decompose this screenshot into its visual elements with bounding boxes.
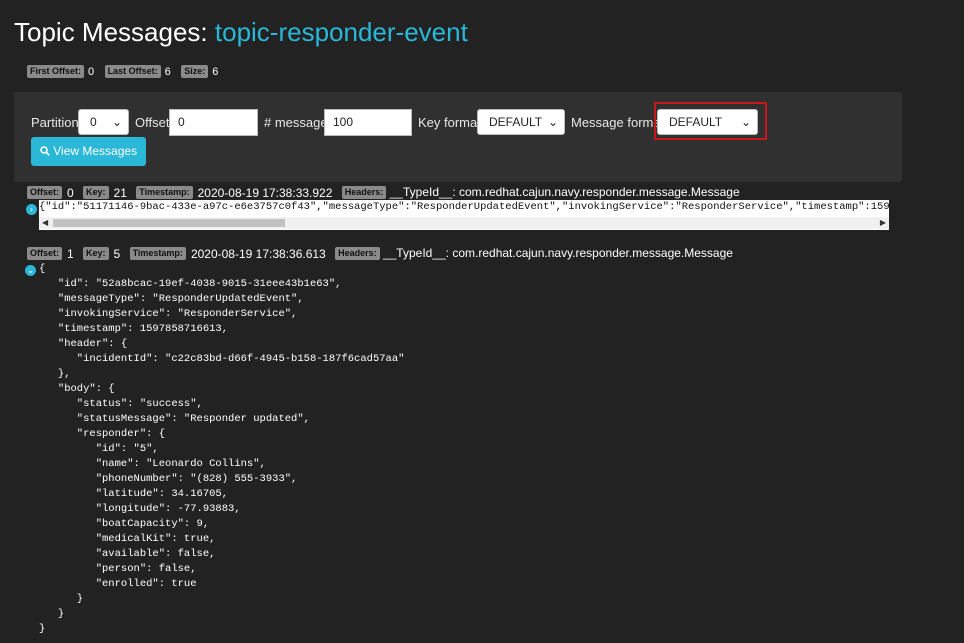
message-preview: {"id":"51171146-9bac-433e-a97c-e6e3757c0… bbox=[39, 200, 889, 230]
scrollbar-thumb[interactable] bbox=[53, 219, 285, 227]
filter-panel: Partition 0 ⌄ Offset 0 # messages 100 Ke… bbox=[14, 92, 902, 182]
key-badge: Key: bbox=[83, 247, 109, 261]
size-value: 6 bbox=[212, 65, 219, 78]
partition-select[interactable]: 0 ⌄ bbox=[78, 109, 129, 135]
timestamp-badge: Timestamp: bbox=[129, 247, 186, 261]
page-title: Topic Messages: topic-responder-event bbox=[14, 16, 468, 48]
offset-label: Offset bbox=[135, 115, 170, 130]
topic-name: topic-responder-event bbox=[214, 17, 468, 47]
headers-badge: Headers: bbox=[335, 247, 380, 261]
offset-badge: Offset: bbox=[27, 186, 62, 200]
last-offset-value: 6 bbox=[164, 65, 171, 78]
message-header: Offset: 0 Key: 21 Timestamp: 2020-08-19 17:… bbox=[27, 185, 740, 200]
first-offset-value: 0 bbox=[88, 65, 95, 78]
key-badge: Key: bbox=[83, 186, 109, 200]
scroll-left-icon[interactable]: ◀ bbox=[42, 217, 48, 229]
offset-badge: Offset: bbox=[27, 247, 62, 261]
partition-label: Partition bbox=[31, 115, 79, 130]
timestamp-value: 2020-08-19 17:38:36.613 bbox=[190, 246, 326, 261]
key-format-select-value: DEFAULT bbox=[489, 115, 543, 129]
collapse-icon[interactable]: ⌄ bbox=[25, 265, 36, 276]
partition-select-value: 0 bbox=[90, 115, 97, 129]
view-messages-button[interactable]: View Messages bbox=[31, 137, 146, 166]
last-offset-badge: Last Offset: bbox=[104, 65, 161, 79]
chevron-down-icon: ⌄ bbox=[547, 115, 558, 129]
key-value: 5 bbox=[113, 246, 121, 261]
message-json: { "id": "52a8bcac-19ef-4038-9015-31eee43… bbox=[39, 263, 405, 635]
scroll-right-icon[interactable]: ▶ bbox=[880, 217, 886, 229]
headers-value: __TypeId__: com.redhat.cajun.navy.respon… bbox=[382, 246, 733, 260]
offset-value: 1 bbox=[67, 246, 74, 261]
first-offset-badge: First Offset: bbox=[27, 65, 85, 79]
timestamp-value: 2020-08-19 17:38:33.922 bbox=[197, 185, 333, 200]
key-format-select[interactable]: DEFAULT ⌄ bbox=[477, 109, 565, 135]
headers-value: __TypeId__: com.redhat.cajun.navy.respon… bbox=[389, 185, 740, 199]
view-messages-label: View Messages bbox=[53, 144, 138, 158]
messages-count-input[interactable]: 100 bbox=[324, 109, 412, 136]
key-format-label: Key format bbox=[418, 115, 481, 130]
offset-value: 0 bbox=[67, 185, 74, 200]
search-icon bbox=[40, 146, 50, 156]
message-header: Offset: 1 Key: 5 Timestamp: 2020-08-19 17:3… bbox=[27, 246, 733, 261]
size-badge: Size: bbox=[181, 65, 209, 79]
headers-badge: Headers: bbox=[341, 186, 387, 200]
message-preview-text: {"id":"51171146-9bac-433e-a97c-e6e3757c0… bbox=[39, 201, 889, 213]
horizontal-scrollbar[interactable]: ◀ ▶ bbox=[39, 217, 889, 229]
message-format-label: Message format bbox=[571, 115, 665, 130]
timestamp-badge: Timestamp: bbox=[136, 186, 193, 200]
key-value: 21 bbox=[113, 185, 127, 200]
chevron-down-icon: ⌄ bbox=[111, 115, 122, 129]
page-title-prefix: Topic Messages: bbox=[14, 17, 208, 47]
expand-icon[interactable]: › bbox=[26, 204, 37, 215]
topic-meta: First Offset: 0 Last Offset: 6 Size: 6 bbox=[27, 63, 224, 81]
offset-input[interactable]: 0 bbox=[169, 109, 258, 136]
message-format-highlight bbox=[654, 102, 767, 140]
